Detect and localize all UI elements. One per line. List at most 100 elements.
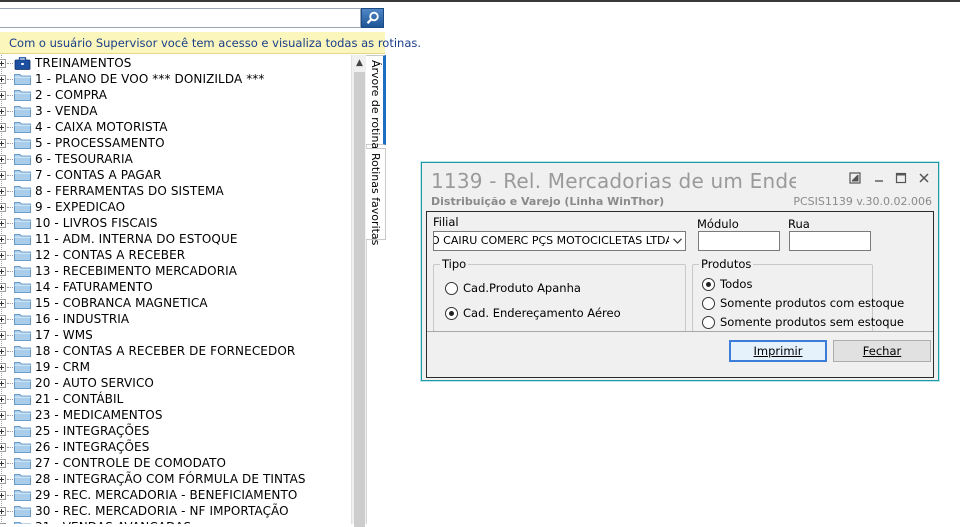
tree-item[interactable]: 1 - PLANO DE VOO *** DONIZILDA *** xyxy=(0,71,351,87)
expand-plus-icon[interactable] xyxy=(0,363,6,372)
tree-item[interactable]: 21 - CONTÁBIL xyxy=(0,391,351,407)
tree-item[interactable]: 15 - COBRANCA MAGNETICA xyxy=(0,295,351,311)
tree-item[interactable]: 23 - MEDICAMENTOS xyxy=(0,407,351,423)
restore-icon[interactable] xyxy=(847,170,863,186)
expand-plus-icon[interactable] xyxy=(0,123,6,132)
tree-item[interactable]: 11 - ADM. INTERNA DO ESTOQUE xyxy=(0,231,351,247)
radio-button[interactable] xyxy=(702,296,715,310)
expand-plus-icon[interactable] xyxy=(0,283,6,292)
expand-plus-icon[interactable] xyxy=(0,203,6,212)
tree-connector xyxy=(7,463,13,464)
maximize-icon[interactable] xyxy=(893,170,909,186)
tree-item[interactable]: 2 - COMPRA xyxy=(0,87,351,103)
tree-item[interactable]: 9 - EXPEDICAO xyxy=(0,199,351,215)
tree-connector xyxy=(7,271,13,272)
info-text: Com o usuário Supervisor você tem acesso… xyxy=(9,35,422,50)
tree-connector xyxy=(7,159,13,160)
tree-scrollbar[interactable]: ▲ xyxy=(351,55,367,527)
expand-plus-icon[interactable] xyxy=(0,411,6,420)
expand-plus-icon[interactable] xyxy=(0,379,6,388)
print-button[interactable]: Imprimir xyxy=(729,340,827,362)
radio-button[interactable] xyxy=(445,306,458,320)
tree-connector xyxy=(7,479,13,480)
folder-icon xyxy=(14,169,31,181)
tab-rotinas-favoritas[interactable]: Rotinas favoritas xyxy=(366,148,386,245)
filial-select[interactable]: O CAIRU COMERC PÇS MOTOCICLETAS LTDA xyxy=(433,231,686,251)
expand-plus-icon[interactable] xyxy=(0,155,6,164)
search-button[interactable] xyxy=(361,8,384,28)
tree-item[interactable]: 31 - VENDAS AVANÇADAS xyxy=(0,519,351,524)
expand-plus-icon[interactable] xyxy=(0,347,6,356)
search-input[interactable] xyxy=(0,8,361,28)
tree-item[interactable]: 14 - FATURAMENTO xyxy=(0,279,351,295)
tree-connector xyxy=(7,431,13,432)
tree-item[interactable]: 13 - RECEBIMENTO MERCADORIA xyxy=(0,263,351,279)
tree-item[interactable]: 5 - PROCESSAMENTO xyxy=(0,135,351,151)
tree-item[interactable]: 30 - REC. MERCADORIA - NF IMPORTAÇÃO xyxy=(0,503,351,519)
expand-plus-icon[interactable] xyxy=(0,59,6,68)
tree-item[interactable]: TREINAMENTOS xyxy=(0,55,351,71)
expand-plus-icon[interactable] xyxy=(0,251,6,260)
radio-button[interactable] xyxy=(702,315,715,329)
tree-item[interactable]: 17 - WMS xyxy=(0,327,351,343)
tree-item[interactable]: 12 - CONTAS A RECEBER xyxy=(0,247,351,263)
tree-item[interactable]: 26 - INTEGRAÇÕES xyxy=(0,439,351,455)
tree-item[interactable]: 18 - CONTAS A RECEBER DE FORNECEDOR xyxy=(0,343,351,359)
close-icon[interactable] xyxy=(916,170,932,186)
tree-item[interactable]: 10 - LIVROS FISCAIS xyxy=(0,215,351,231)
tipo-option-apanha[interactable]: Cad.Produto Apanha xyxy=(445,281,581,295)
tree-connector xyxy=(7,335,13,336)
expand-plus-icon[interactable] xyxy=(0,427,6,436)
expand-plus-icon[interactable] xyxy=(0,491,6,500)
expand-plus-icon[interactable] xyxy=(0,267,6,276)
dialog-subtitle: Distribuição e Varejo (Linha WinThor) xyxy=(431,195,665,208)
produtos-option-todos[interactable]: Todos xyxy=(702,277,752,291)
expand-plus-icon[interactable] xyxy=(0,91,6,100)
tree-item[interactable]: 27 - CONTROLE DE COMODATO xyxy=(0,455,351,471)
expand-plus-icon[interactable] xyxy=(0,507,6,516)
close-button[interactable]: Fechar xyxy=(833,340,931,362)
expand-plus-icon[interactable] xyxy=(0,299,6,308)
expand-plus-icon[interactable] xyxy=(0,459,6,468)
tree-item[interactable]: 8 - FERRAMENTAS DO SISTEMA xyxy=(0,183,351,199)
tab-arvore-rotinas[interactable]: Árvore de rotinas xyxy=(366,55,386,155)
tree-item[interactable]: 25 - INTEGRAÇÕES xyxy=(0,423,351,439)
expand-plus-icon[interactable] xyxy=(0,171,6,180)
scroll-up-arrow-icon[interactable]: ▲ xyxy=(352,55,367,71)
tree-item[interactable]: 3 - VENDA xyxy=(0,103,351,119)
tree-item[interactable]: 29 - REC. MERCADORIA - BENEFICIAMENTO xyxy=(0,487,351,503)
rua-label: Rua xyxy=(788,217,810,231)
expand-plus-icon[interactable] xyxy=(0,187,6,196)
expand-plus-icon[interactable] xyxy=(0,235,6,244)
dialog-version-code: PCSIS1139 v.30.0.02.006 xyxy=(793,195,932,208)
expand-plus-icon[interactable] xyxy=(0,219,6,228)
minimize-icon[interactable] xyxy=(871,170,887,186)
tree-item[interactable]: 20 - AUTO SERVICO xyxy=(0,375,351,391)
expand-plus-icon[interactable] xyxy=(0,107,6,116)
tree-item[interactable]: 28 - INTEGRAÇÃO COM FÓRMULA DE TINTAS xyxy=(0,471,351,487)
expand-plus-icon[interactable] xyxy=(0,395,6,404)
radio-button[interactable] xyxy=(445,281,458,295)
expand-plus-icon[interactable] xyxy=(0,75,6,84)
tree-item[interactable]: 7 - CONTAS A PAGAR xyxy=(0,167,351,183)
produtos-option-sem-estoque[interactable]: Somente produtos sem estoque xyxy=(702,315,904,329)
produtos-option-com-estoque[interactable]: Somente produtos com estoque xyxy=(702,296,904,310)
folder-icon xyxy=(14,233,31,245)
radio-button[interactable] xyxy=(702,277,715,291)
routine-tree: TREINAMENTOS 1 - PLANO DE VOO *** DONIZIL… xyxy=(0,55,351,524)
scroll-thumb[interactable] xyxy=(354,72,365,527)
rua-input[interactable] xyxy=(789,231,871,251)
expand-plus-icon[interactable] xyxy=(0,475,6,484)
tree-item[interactable]: 6 - TESOURARIA xyxy=(0,151,351,167)
expand-plus-icon[interactable] xyxy=(0,443,6,452)
tree-item[interactable]: 16 - INDUSTRIA xyxy=(0,311,351,327)
expand-plus-icon[interactable] xyxy=(0,139,6,148)
expand-plus-icon[interactable] xyxy=(0,315,6,324)
tipo-option-aereo[interactable]: Cad. Endereçamento Aéreo xyxy=(445,306,621,320)
tree-item[interactable]: 19 - CRM xyxy=(0,359,351,375)
modulo-input[interactable] xyxy=(698,231,780,251)
print-button-label: Imprimir xyxy=(753,344,803,358)
tree-item[interactable]: 4 - CAIXA MOTORISTA xyxy=(0,119,351,135)
chevron-down-icon[interactable] xyxy=(669,232,685,250)
expand-plus-icon[interactable] xyxy=(0,331,6,340)
